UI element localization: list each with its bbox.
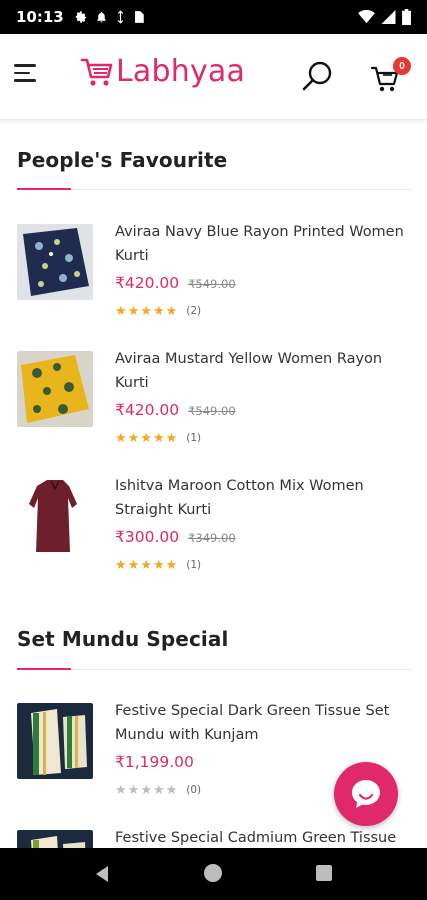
brand-name: Labhyaa bbox=[116, 54, 246, 89]
section-divider bbox=[17, 669, 412, 670]
product-prices: ₹420.00 ₹549.00 bbox=[115, 274, 236, 292]
product-card[interactable]: Ishitva Maroon Cotton Mix Women Straight… bbox=[0, 478, 427, 588]
system-navigation-bar bbox=[0, 848, 427, 900]
product-image[interactable] bbox=[17, 703, 93, 779]
star-icon: ★ bbox=[127, 557, 140, 572]
product-image[interactable] bbox=[17, 830, 93, 848]
star-icon: ★ bbox=[140, 557, 152, 572]
battery-icon bbox=[402, 9, 411, 25]
notification-bell-icon bbox=[96, 11, 106, 23]
review-count: (1) bbox=[186, 559, 202, 571]
star-icon: ★ bbox=[152, 303, 165, 318]
cart-count-badge: 0 bbox=[393, 57, 411, 75]
review-count: (1) bbox=[186, 432, 202, 444]
recent-apps-icon[interactable] bbox=[316, 865, 332, 881]
star-icon: ★ bbox=[127, 430, 140, 445]
star-icon: ★ bbox=[140, 430, 152, 445]
star-icon: ★ bbox=[165, 303, 178, 318]
star-icon: ★ bbox=[140, 303, 152, 318]
product-prices: ₹300.00 ₹349.00 bbox=[115, 528, 236, 546]
product-price: ₹300.00 bbox=[115, 528, 180, 546]
product-card[interactable]: Festive Special Cadmium Green Tissue bbox=[0, 830, 427, 848]
star-icon: ★ bbox=[115, 782, 127, 797]
product-rating: ★ ★ ★ ★ ★ (1) bbox=[115, 431, 201, 445]
star-icon: ★ bbox=[115, 430, 127, 445]
brand-logo[interactable]: Labhyaa bbox=[80, 54, 245, 89]
star-icon: ★ bbox=[165, 557, 178, 572]
product-name[interactable]: Aviraa Navy Blue Rayon Printed Women Kur… bbox=[115, 220, 415, 268]
star-icon: ★ bbox=[165, 430, 178, 445]
chat-bubble-icon bbox=[352, 780, 380, 808]
product-mrp: ₹549.00 bbox=[188, 277, 236, 291]
product-image[interactable] bbox=[17, 351, 93, 427]
product-rating: ★ ★ ★ ★ ★ (2) bbox=[115, 304, 201, 318]
status-system-icons bbox=[358, 9, 411, 25]
product-card[interactable]: Aviraa Navy Blue Rayon Printed Women Kur… bbox=[0, 224, 427, 334]
hamburger-menu-icon[interactable] bbox=[14, 64, 40, 88]
section-title: Set Mundu Special bbox=[17, 627, 229, 651]
star-icon: ★ bbox=[165, 782, 178, 797]
product-name[interactable]: Festive Special Cadmium Green Tissue bbox=[115, 826, 415, 848]
section-title: People's Favourite bbox=[17, 148, 228, 172]
section-title-underline bbox=[17, 668, 71, 670]
section-divider bbox=[17, 189, 412, 190]
product-price: ₹420.00 bbox=[115, 274, 180, 292]
product-rating: ★ ★ ★ ★ ★ (1) bbox=[115, 558, 201, 572]
home-icon[interactable] bbox=[204, 864, 222, 882]
star-icon: ★ bbox=[127, 782, 140, 797]
review-count: (0) bbox=[186, 784, 202, 796]
star-icon: ★ bbox=[140, 782, 152, 797]
star-icon: ★ bbox=[152, 430, 165, 445]
shopping-cart-logo-icon bbox=[80, 58, 113, 86]
product-rating: ★ ★ ★ ★ ★ (0) bbox=[115, 783, 201, 797]
product-mrp: ₹349.00 bbox=[188, 531, 236, 545]
product-prices: ₹420.00 ₹549.00 bbox=[115, 401, 236, 419]
wifi-icon bbox=[358, 10, 375, 24]
status-bar: 10:13 bbox=[0, 0, 427, 34]
chat-button[interactable] bbox=[334, 762, 398, 826]
app-header: Labhyaa 0 bbox=[0, 34, 427, 120]
signal-icon bbox=[381, 10, 396, 24]
star-icon: ★ bbox=[127, 303, 140, 318]
status-time: 10:13 bbox=[16, 8, 64, 26]
status-notification-icons bbox=[74, 10, 144, 24]
product-price: ₹1,199.00 bbox=[115, 753, 194, 771]
product-name[interactable]: Festive Special Dark Green Tissue Set Mu… bbox=[115, 699, 415, 747]
product-card[interactable]: Aviraa Mustard Yellow Women Rayon Kurti … bbox=[0, 351, 427, 461]
section-peoples-favourite: People's Favourite Aviraa Navy Blue Rayo… bbox=[0, 120, 427, 590]
cart-button[interactable]: 0 bbox=[370, 57, 411, 94]
sim-card-icon bbox=[134, 11, 144, 23]
review-count: (2) bbox=[186, 305, 202, 317]
product-mrp: ₹549.00 bbox=[188, 404, 236, 418]
product-name[interactable]: Aviraa Mustard Yellow Women Rayon Kurti bbox=[115, 347, 415, 395]
data-saver-icon bbox=[117, 10, 123, 24]
product-name[interactable]: Ishitva Maroon Cotton Mix Women Straight… bbox=[115, 474, 415, 522]
star-icon: ★ bbox=[152, 782, 165, 797]
settings-gear-icon bbox=[75, 11, 86, 23]
star-icon: ★ bbox=[115, 557, 127, 572]
product-prices: ₹1,199.00 bbox=[115, 753, 194, 771]
product-image[interactable] bbox=[17, 224, 93, 300]
star-icon: ★ bbox=[115, 303, 127, 318]
search-icon[interactable] bbox=[300, 58, 336, 94]
back-icon[interactable] bbox=[94, 865, 110, 883]
product-price: ₹420.00 bbox=[115, 401, 180, 419]
product-image[interactable] bbox=[17, 478, 93, 554]
section-title-underline bbox=[17, 188, 71, 190]
star-icon: ★ bbox=[152, 557, 165, 572]
